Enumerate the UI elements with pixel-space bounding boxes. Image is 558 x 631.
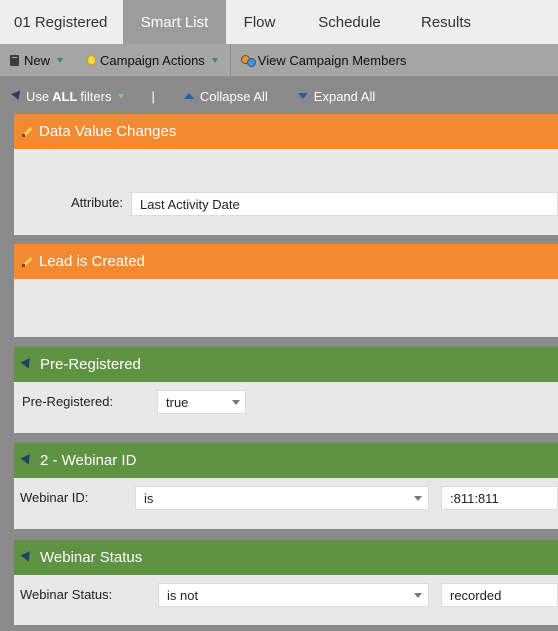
pre-registered-value: true: [166, 395, 189, 410]
trigger-bolt-icon: [22, 256, 33, 267]
filter-header[interactable]: Webinar Status: [14, 540, 558, 575]
filter-title: Lead is Created: [39, 253, 145, 270]
filter-title: 2 - Webinar ID: [40, 452, 137, 469]
campaign-actions-button[interactable]: Campaign Actions: [73, 44, 228, 77]
view-members-label: View Campaign Members: [257, 52, 407, 68]
new-icon: [10, 54, 19, 66]
chevron-down-icon: [232, 400, 240, 405]
pre-registered-select[interactable]: true: [157, 390, 246, 414]
pre-registered-label: Pre-Registered:: [22, 394, 114, 409]
tab-program-name[interactable]: 01 Registered: [0, 0, 123, 44]
collapse-all-label: Collapse All: [199, 88, 268, 104]
people-icon: [240, 54, 256, 67]
filter-header[interactable]: 2 - Webinar ID: [14, 443, 558, 478]
filter-body: Attribute: Last Activity Date: [14, 149, 558, 235]
filter-card-data-value-changes: Data Value Changes Attribute: Last Activ…: [14, 114, 558, 235]
operator-value: is: [144, 491, 154, 506]
collapse-icon: [183, 93, 194, 99]
filter-icon: [20, 454, 34, 467]
filter-title: Webinar Status: [40, 549, 143, 566]
tab-bar: 01 Registered Smart List Flow Schedule R…: [0, 0, 558, 44]
chevron-down-icon: [414, 496, 422, 501]
view-campaign-members-button[interactable]: View Campaign Members: [231, 44, 417, 77]
filter-body: Webinar ID: is :811:811: [14, 478, 558, 529]
expand-icon: [297, 93, 308, 99]
webinar-status-operator-select[interactable]: is not: [158, 583, 429, 607]
filter-card-lead-is-created: Lead is Created: [14, 244, 558, 337]
chevron-down-icon: [211, 57, 218, 63]
filter-header[interactable]: Pre-Registered: [14, 347, 558, 382]
filter-title: Pre-Registered: [40, 356, 141, 373]
toolbar: New Campaign Actions View Campaign Membe…: [0, 43, 558, 77]
lightbulb-icon: [87, 55, 97, 65]
filter-options-bar: Use ALL filters | Collapse All Expand Al…: [0, 78, 558, 114]
trigger-bolt-icon: [22, 126, 33, 137]
use-all-bold: ALL: [52, 88, 78, 104]
webinar-id-operator-select[interactable]: is: [135, 486, 429, 510]
tab-schedule[interactable]: Schedule: [293, 0, 406, 44]
attribute-label: Attribute:: [71, 195, 124, 210]
webinar-status-label: Webinar Status:: [20, 587, 113, 602]
tab-results[interactable]: Results: [406, 0, 486, 44]
operator-value: is not: [167, 588, 199, 603]
expand-all-button[interactable]: Expand All: [297, 88, 376, 104]
filter-body: Pre-Registered: true: [14, 382, 558, 433]
collapse-all-button[interactable]: Collapse All: [183, 88, 268, 104]
chevron-down-icon: [414, 593, 422, 598]
webinar-id-label: Webinar ID:: [20, 490, 89, 505]
new-button[interactable]: New: [0, 44, 73, 77]
filter-header[interactable]: Lead is Created: [14, 244, 558, 279]
tab-flow[interactable]: Flow: [226, 0, 293, 44]
filter-card-pre-registered: Pre-Registered Pre-Registered: true: [14, 347, 558, 433]
expand-all-label: Expand All: [313, 88, 376, 104]
filter-body: Webinar Status: is not recorded: [14, 575, 558, 625]
webinar-id-value-field[interactable]: :811:811: [441, 486, 558, 510]
filter-header[interactable]: Data Value Changes: [14, 114, 558, 149]
attribute-field[interactable]: Last Activity Date: [131, 192, 558, 216]
use-all-filters-dropdown[interactable]: Use ALL filters: [10, 88, 125, 104]
filter-card-webinar-status: Webinar Status Webinar Status: is not re…: [14, 540, 558, 625]
campaign-actions-label: Campaign Actions: [100, 52, 205, 68]
new-label: New: [24, 52, 51, 68]
filter-title: Data Value Changes: [39, 123, 177, 140]
webinar-status-value-field[interactable]: recorded: [441, 583, 558, 607]
chevron-down-icon: [118, 93, 125, 99]
filterbar-separator: |: [151, 88, 155, 104]
use-suffix: filters: [80, 88, 112, 104]
filter-card-webinar-id: 2 - Webinar ID Webinar ID: is :811:811: [14, 443, 558, 529]
filter-icon: [10, 90, 24, 102]
filter-icon: [20, 358, 34, 371]
chevron-down-icon: [57, 57, 64, 63]
filter-icon: [20, 551, 34, 564]
tab-smart-list[interactable]: Smart List: [123, 0, 226, 44]
use-prefix: Use: [26, 88, 50, 104]
filter-body: [14, 279, 558, 337]
